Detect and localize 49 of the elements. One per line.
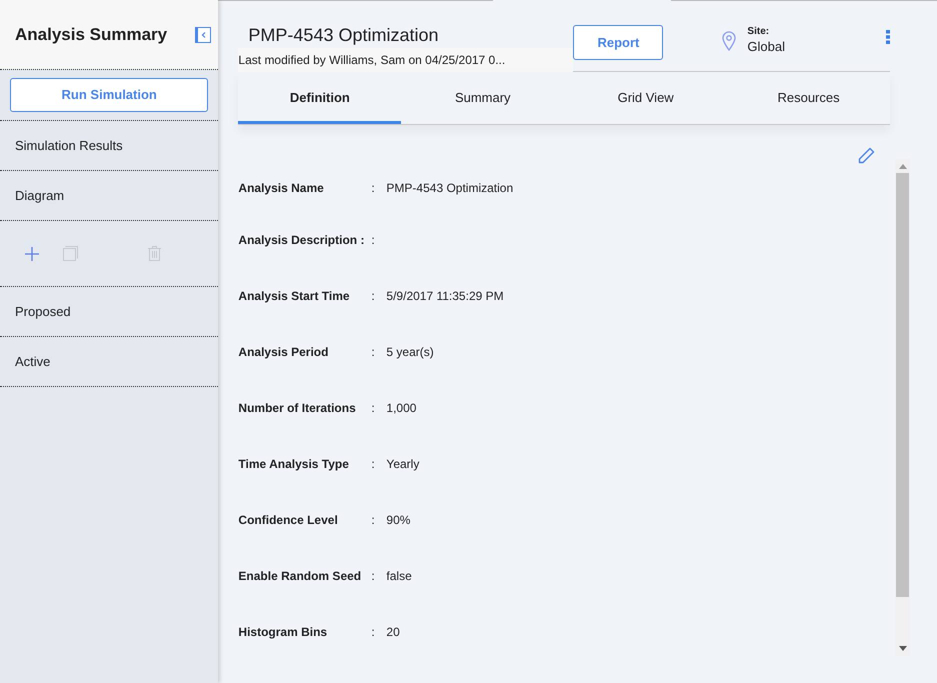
field-separator: : [371,180,376,197]
field-separator: : [371,288,376,305]
field-value: 5/9/2017 11:35:29 PM [386,288,504,305]
field-separator: : [371,400,376,417]
scroll-down-icon[interactable] [898,646,906,651]
field-label: Analysis Start Time [238,288,351,305]
field-separator: : [371,624,376,641]
field-label: Enable Random Seed [238,568,362,585]
field-separator: : [371,344,376,361]
sidebar-item[interactable]: Diagram [0,171,218,221]
site-value: Global [747,40,785,53]
tab[interactable]: Definition [238,72,402,124]
scroll-up-icon[interactable] [898,164,906,169]
last-modified-text: Last modified by Williams, Sam on 04/25/2017 0... [238,48,574,72]
report-button[interactable]: Report [573,25,664,60]
field-separator: : [371,568,376,585]
sidebar-section[interactable]: Proposed [0,287,218,337]
field-value: false [386,568,412,585]
field-label: Time Analysis Type [238,456,350,473]
sidebar-title: Analysis Summary [15,24,168,46]
field-label: Confidence Level [238,512,339,529]
edit-pencil-icon[interactable] [858,147,875,164]
field-value: 5 year(s) [386,344,434,361]
field-value: 90% [386,512,410,529]
field-separator: : [371,456,376,473]
field-separator: : [371,232,376,249]
field-value: 20 [386,624,400,641]
field-value: PMP-4543 Optimization [386,180,514,197]
more-options-icon[interactable] [886,30,890,44]
location-pin-icon [721,31,738,51]
collapse-sidebar-icon[interactable] [195,26,212,42]
analysis-title: PMP-4543 Optimization [247,24,440,46]
tab[interactable]: Resources [727,72,890,124]
field-separator: : [371,512,376,529]
run-simulation-button[interactable]: Run Simulation [10,78,208,112]
tab[interactable]: Summary [401,72,564,124]
field-label: Analysis Name [238,180,325,197]
field-label: Number of Iterations [238,400,357,417]
sidebar-item[interactable]: Simulation Results [0,121,218,171]
field-value: Yearly [386,456,420,473]
field-label: Histogram Bins [238,624,328,641]
field-value: 1,000 [386,400,416,417]
sidebar-section[interactable]: Active [0,337,218,387]
scrollbar[interactable] [895,159,910,656]
tab[interactable]: Grid View [564,72,728,124]
site-label: Site: [747,27,770,37]
add-icon[interactable] [25,246,39,260]
field-label: Analysis Description : [238,232,366,249]
field-label: Analysis Period [238,344,330,361]
